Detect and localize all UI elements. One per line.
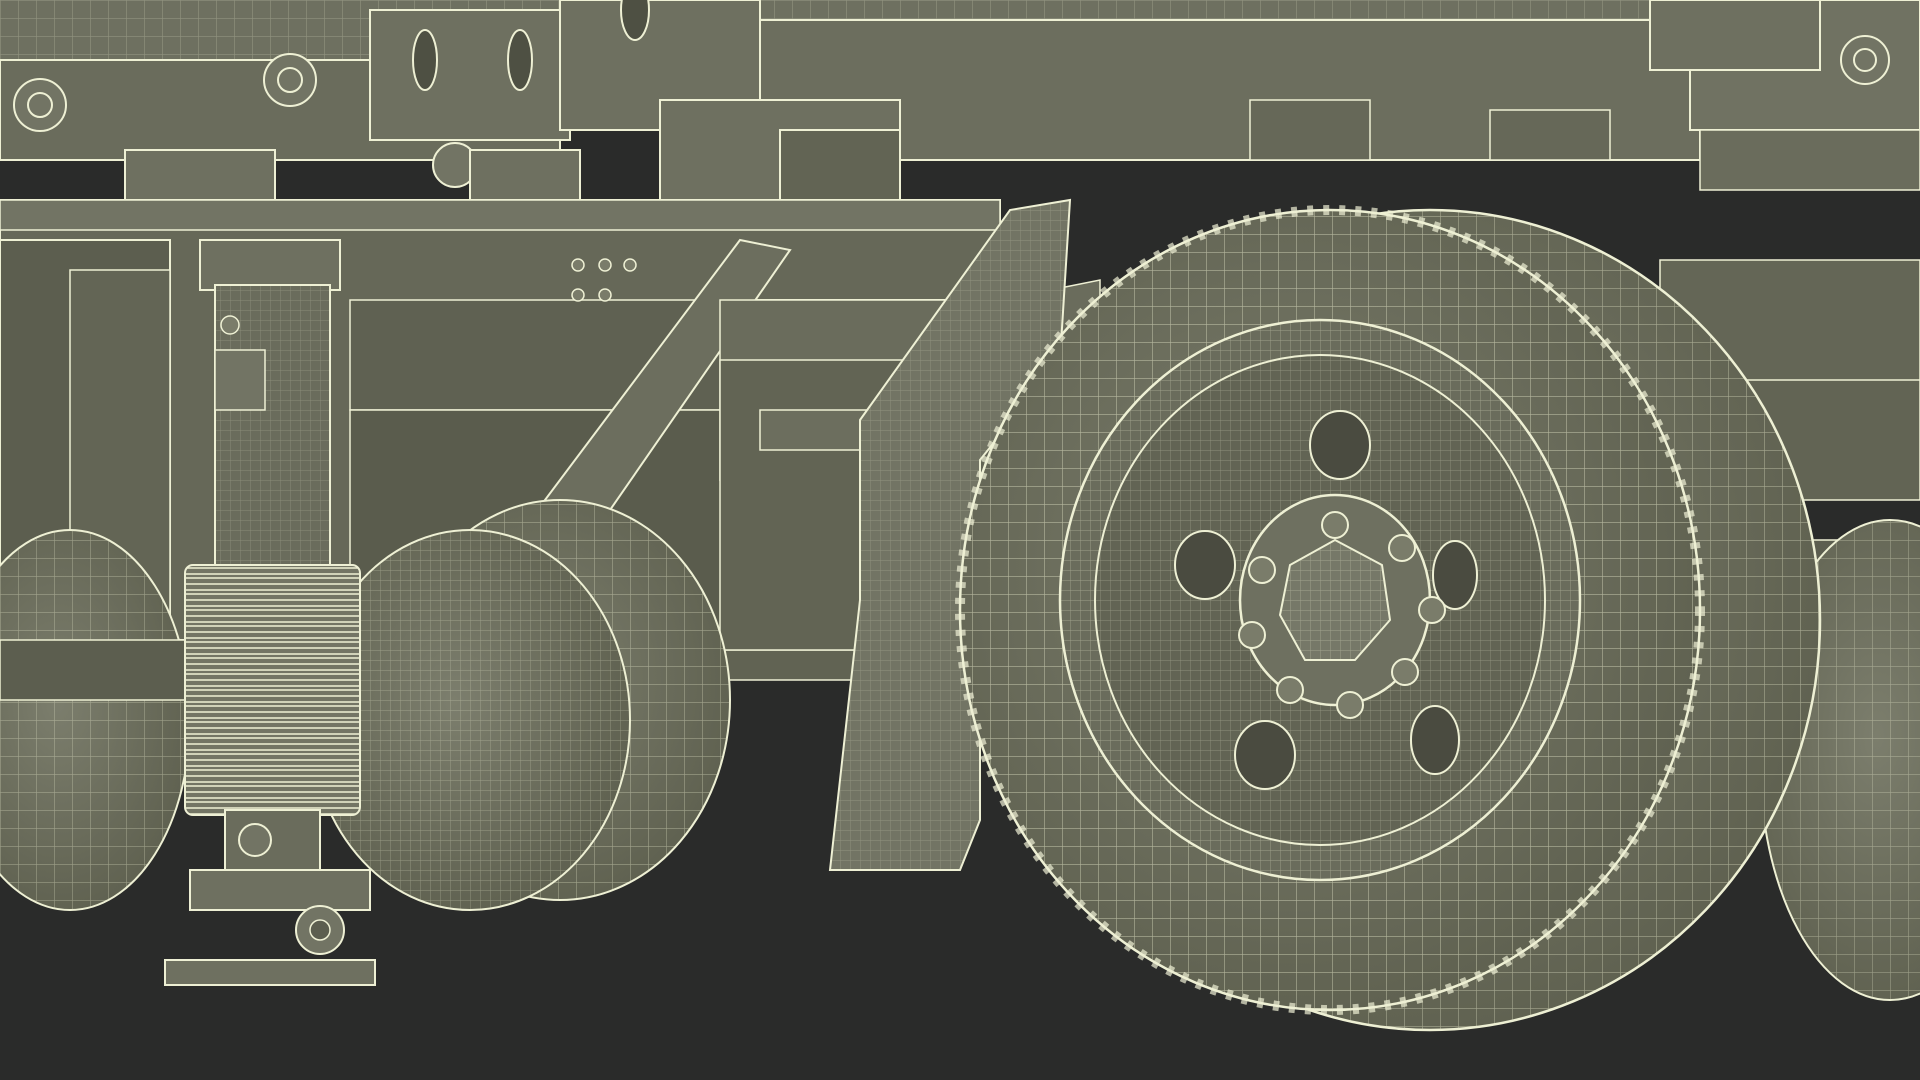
bellows-boot [184,564,361,816]
trailer-undercarriage-render [0,0,1920,1080]
landing-gear-leg [199,239,341,576]
